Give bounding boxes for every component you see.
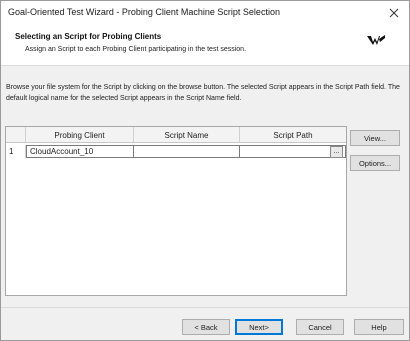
cancel-button[interactable]: Cancel — [296, 319, 344, 335]
script-grid[interactable]: Probing Client Script Name Script Path 1… — [5, 126, 347, 296]
step-title: Selecting an Script for Probing Clients — [15, 32, 162, 41]
back-button[interactable]: < Back — [182, 319, 230, 335]
close-icon — [389, 8, 399, 18]
wizard-window: Goal-Oriented Test Wizard - Probing Clie… — [0, 0, 410, 341]
step-subtitle: Assign an Script to each Probing Client … — [25, 46, 247, 53]
close-button[interactable] — [379, 1, 409, 25]
script-name-cell[interactable] — [134, 145, 240, 158]
table-row[interactable]: 1 CloudAccount_10 ... — [6, 145, 346, 158]
column-header-script-name[interactable]: Script Name — [134, 127, 240, 143]
help-button[interactable]: Help — [354, 319, 404, 335]
column-header-script-path[interactable]: Script Path — [240, 127, 346, 143]
wizard-header: Selecting an Script for Probing Clients … — [1, 25, 409, 66]
title-bar: Goal-Oriented Test Wizard - Probing Clie… — [1, 1, 409, 25]
column-header-probing-client[interactable]: Probing Client — [26, 127, 134, 143]
window-title: Goal-Oriented Test Wizard - Probing Clie… — [8, 7, 280, 17]
wizard-footer: < Back Next> Cancel Help — [1, 307, 409, 340]
next-button[interactable]: Next> — [235, 319, 283, 335]
instructions-text: Browse your file system for the Script b… — [6, 84, 400, 102]
row-index: 1 — [6, 145, 26, 158]
options-button[interactable]: Options... — [350, 155, 400, 171]
browse-button[interactable]: ... — [330, 146, 343, 158]
column-header-index — [6, 127, 26, 143]
view-button[interactable]: View... — [350, 130, 400, 146]
probing-client-cell[interactable]: CloudAccount_10 — [26, 145, 134, 158]
grid-header-row: Probing Client Script Name Script Path — [6, 127, 346, 143]
script-path-cell[interactable]: ... — [240, 145, 346, 158]
brand-logo-icon — [367, 35, 385, 45]
